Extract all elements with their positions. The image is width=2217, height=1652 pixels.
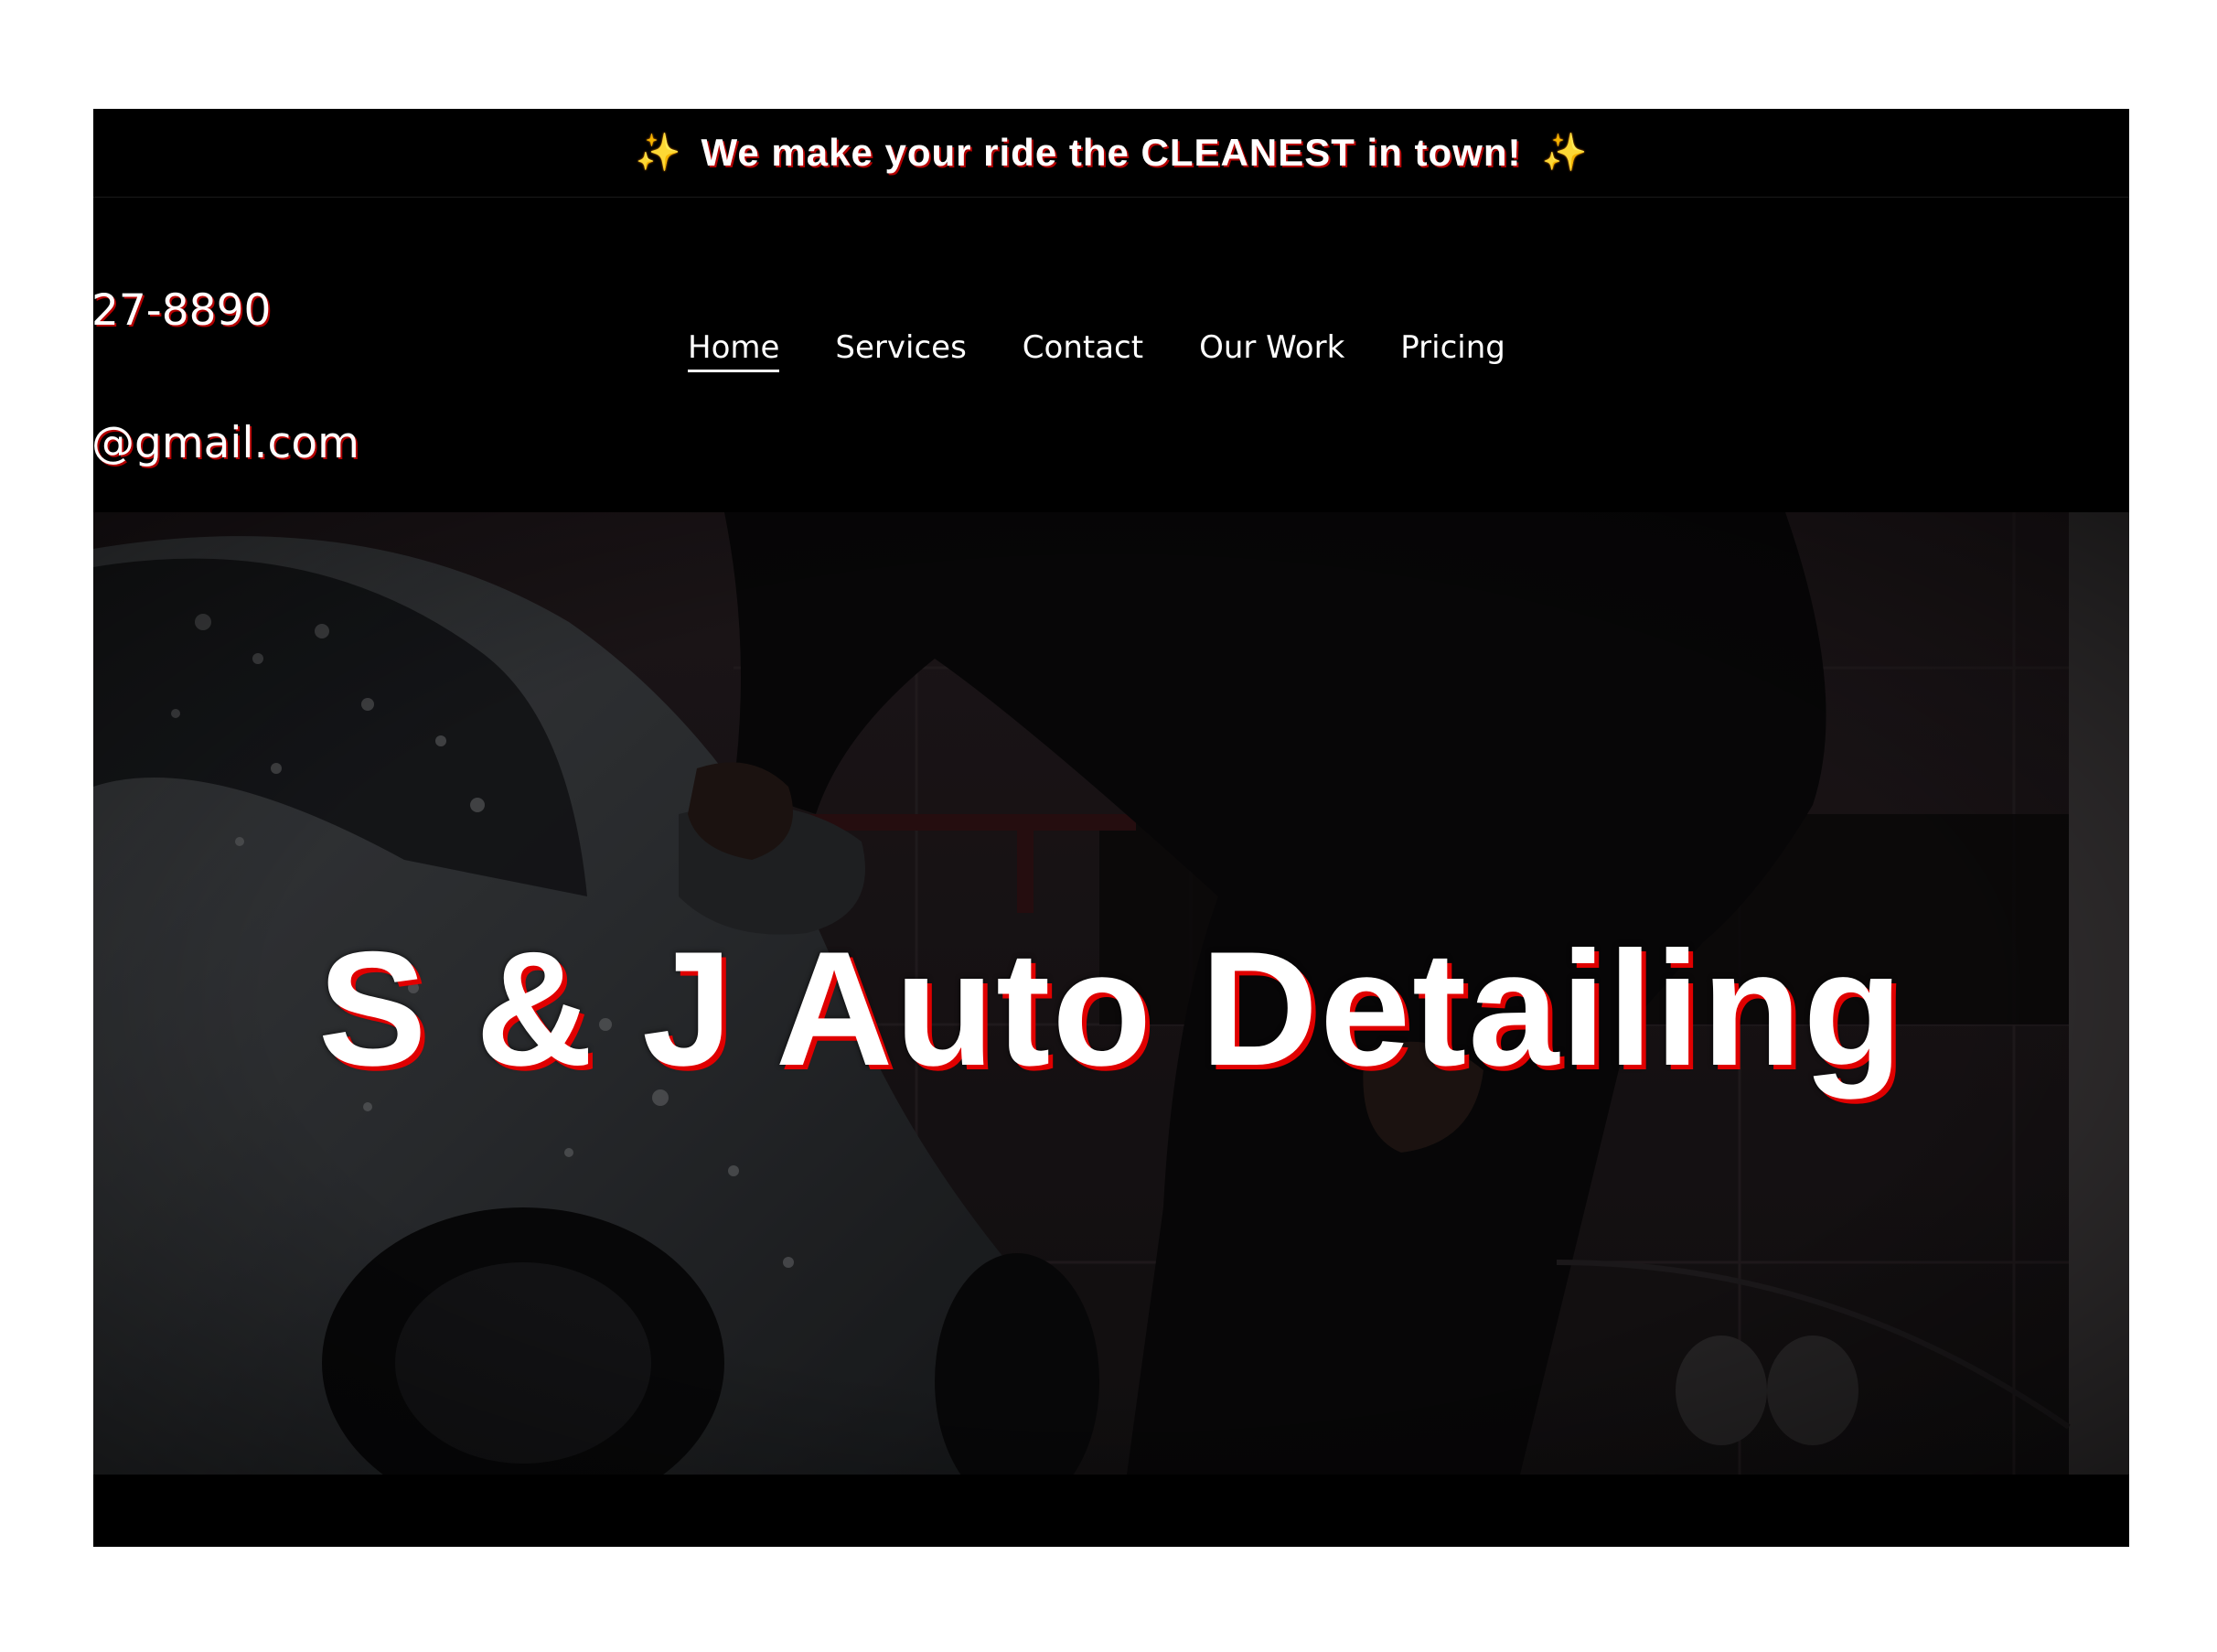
hero-bottom-strip — [93, 1475, 2129, 1547]
website-frame: ✨ We make your ride the CLEANEST in town… — [93, 109, 2129, 1547]
main-nav: Home Services Contact Our Work Pricing — [688, 329, 1505, 372]
nav-contact[interactable]: Contact — [1023, 329, 1143, 372]
nav-pricing[interactable]: Pricing — [1400, 329, 1505, 372]
sparkles-icon: ✨ — [1541, 132, 1588, 174]
phone-number[interactable]: 27-8890 — [93, 285, 271, 336]
sparkles-icon: ✨ — [635, 132, 681, 174]
nav-home[interactable]: Home — [688, 329, 780, 372]
hero-banner: S & J Auto Detailing — [93, 512, 2129, 1475]
site-header: 27-8890 @gmail.com Home Services Contact… — [93, 198, 2129, 511]
announcement-text: We make your ride the CLEANEST in town! — [701, 131, 1522, 174]
nav-our-work[interactable]: Our Work — [1199, 329, 1344, 372]
announcement-bar: ✨ We make your ride the CLEANEST in town… — [93, 109, 2129, 198]
email-address[interactable]: @gmail.com — [93, 418, 359, 468]
hero-title: S & J Auto Detailing — [317, 917, 1905, 1100]
nav-services[interactable]: Services — [835, 329, 966, 372]
